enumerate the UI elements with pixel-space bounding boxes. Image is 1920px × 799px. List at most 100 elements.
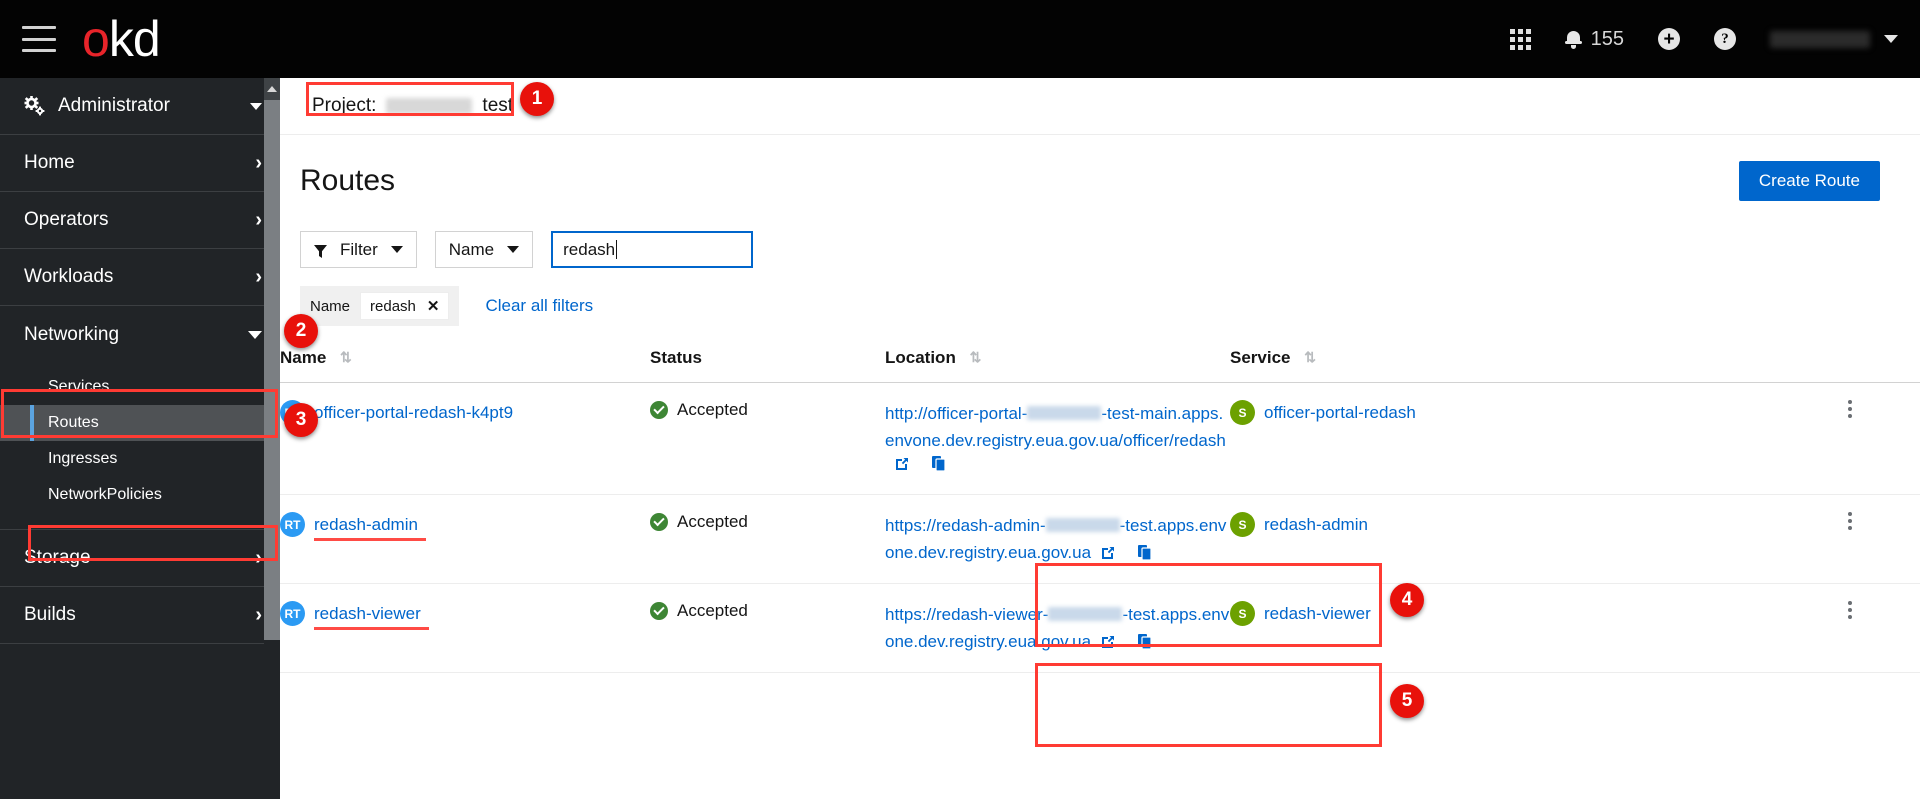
create-route-button[interactable]: Create Route — [1738, 161, 1880, 201]
plus-circle-icon[interactable]: + — [1658, 28, 1680, 50]
column-header-status: Status — [650, 348, 885, 383]
service-link[interactable]: officer-portal-redash — [1264, 400, 1416, 425]
service-link[interactable]: redash-viewer — [1264, 601, 1371, 626]
sort-updown-icon[interactable]: ⇅ — [340, 349, 352, 366]
sidebar-item-operators[interactable]: Operators › — [0, 192, 280, 249]
column-label: Location — [885, 348, 956, 367]
grid-apps-icon[interactable] — [1509, 28, 1531, 50]
copy-to-clipboard-icon[interactable] — [932, 456, 947, 477]
location-prefix: https://redash-viewer- — [885, 605, 1049, 624]
check-circle-icon — [650, 513, 668, 531]
route-location-link[interactable]: https://redash-viewer- -test.apps.envone.… — [885, 605, 1229, 651]
route-location-link[interactable]: http://officer-portal- -test-main.apps.en… — [885, 404, 1226, 450]
gears-icon — [24, 96, 45, 116]
route-name-link[interactable]: redash-admin — [314, 512, 426, 541]
page-header: Routes Create Route — [280, 135, 1920, 201]
cell-location: http://officer-portal- -test-main.apps.en… — [885, 382, 1230, 495]
cell-name: RT redash-admin — [280, 494, 650, 584]
user-menu[interactable] — [1770, 30, 1898, 48]
route-badge-icon: RT — [280, 601, 305, 626]
project-name-redacted — [386, 98, 473, 114]
sidebar-item-networkpolicies[interactable]: NetworkPolicies — [0, 477, 280, 513]
external-link-icon[interactable] — [894, 456, 910, 477]
service-link[interactable]: redash-admin — [1264, 512, 1368, 537]
kebab-menu-icon[interactable] — [1840, 512, 1860, 530]
chevron-down-icon — [507, 246, 520, 253]
service-badge-icon: S — [1230, 400, 1255, 425]
notifications-button[interactable]: 155 — [1564, 27, 1624, 51]
kebab-menu-icon[interactable] — [1840, 400, 1860, 418]
okd-logo[interactable]: o kd — [82, 11, 161, 67]
logo-o: o — [82, 11, 110, 67]
filter-toolbar: Filter Name redash — [280, 201, 1920, 268]
question-circle-icon[interactable]: ? — [1714, 28, 1736, 50]
cell-status: Accepted — [650, 382, 885, 495]
sidebar-item-networking[interactable]: Networking — [0, 306, 280, 363]
sidebar-item-routes[interactable]: Routes — [0, 405, 280, 441]
project-label: Project: — [312, 95, 377, 116]
sidebar-item-workloads[interactable]: Workloads › — [0, 249, 280, 306]
chevron-right-icon: › — [255, 266, 262, 288]
external-link-icon[interactable] — [1100, 545, 1116, 566]
location-prefix: https://redash-admin- — [885, 516, 1046, 535]
sidebar-item-ingresses[interactable]: Ingresses — [0, 441, 280, 477]
table-row: RT redash-admin Accepted https://redash-… — [280, 494, 1920, 584]
search-input[interactable]: redash — [551, 231, 754, 268]
sidebar-subitem-label: NetworkPolicies — [48, 486, 162, 503]
sidebar-item-storage[interactable]: Storage › — [0, 530, 280, 587]
cell-name: RT officer-portal-redash-k4pt9 — [280, 382, 650, 495]
filter-dropdown[interactable]: Filter — [300, 231, 417, 268]
sidebar-subitem-label: Ingresses — [48, 450, 118, 467]
table-header-row: Name ⇅ Status Location ⇅ Service ⇅ — [280, 348, 1920, 383]
sidebar-item-label: Networking — [24, 323, 120, 345]
route-name-link[interactable]: redash-viewer — [314, 601, 429, 630]
cell-actions — [1840, 583, 1920, 673]
route-location-link[interactable]: https://redash-admin- -test.apps.envone.d… — [885, 516, 1226, 562]
sidebar-subitem-label: Routes — [48, 414, 99, 431]
cell-name: RT redash-viewer — [280, 583, 650, 673]
sidebar-item-services[interactable]: Services — [0, 369, 280, 405]
routes-table: Name ⇅ Status Location ⇅ Service ⇅ offic… — [280, 348, 1920, 673]
status-text: Accepted — [677, 400, 748, 419]
table-row: RT redash-viewer Accepted https://redash… — [280, 583, 1920, 673]
external-link-icon[interactable] — [1100, 634, 1116, 655]
chevron-right-icon: › — [255, 604, 262, 626]
sidebar-scrollbar[interactable] — [264, 78, 280, 799]
attribute-dropdown[interactable]: Name — [434, 231, 534, 268]
copy-to-clipboard-icon[interactable] — [1138, 634, 1153, 655]
column-label: Status — [650, 348, 702, 367]
check-circle-icon — [650, 401, 668, 419]
hamburger-icon[interactable] — [22, 26, 56, 52]
filter-dropdown-label: Filter — [340, 239, 378, 259]
chevron-down-icon — [390, 246, 403, 253]
copy-to-clipboard-icon[interactable] — [1138, 545, 1153, 566]
close-icon[interactable]: ✕ — [427, 297, 440, 315]
scrollbar-thumb[interactable] — [264, 100, 280, 640]
chevron-down-icon — [1884, 35, 1898, 43]
column-header-location[interactable]: Location ⇅ — [885, 348, 1230, 383]
chevron-right-icon: › — [255, 152, 262, 174]
sort-updown-icon[interactable]: ⇅ — [970, 349, 982, 366]
sidebar-item-builds[interactable]: Builds › — [0, 587, 280, 644]
table-row: RT officer-portal-redash-k4pt9 Accepted … — [280, 382, 1920, 495]
route-name-link[interactable]: officer-portal-redash-k4pt9 — [314, 400, 513, 425]
annotation-marker-3: 3 — [284, 403, 318, 437]
kebab-menu-icon[interactable] — [1840, 601, 1860, 619]
scroll-up-arrow-icon[interactable] — [264, 78, 280, 100]
filter-chip: redash ✕ — [360, 292, 450, 320]
cell-service: S redash-admin — [1230, 494, 1840, 584]
clear-all-filters-link[interactable]: Clear all filters — [485, 296, 593, 316]
sort-updown-icon[interactable]: ⇅ — [1304, 349, 1316, 366]
perspective-switcher[interactable]: Administrator — [0, 78, 280, 135]
networking-submenu: Services Routes Ingresses NetworkPolicie… — [0, 363, 280, 530]
filter-chip-value: redash — [370, 297, 416, 315]
project-name-suffix: test — [482, 95, 514, 116]
sidebar-item-home[interactable]: Home › — [0, 135, 280, 192]
column-header-name[interactable]: Name ⇅ — [280, 348, 650, 383]
cell-status: Accepted — [650, 494, 885, 584]
column-header-actions — [1840, 348, 1920, 383]
notification-count: 155 — [1590, 27, 1624, 50]
column-header-service[interactable]: Service ⇅ — [1230, 348, 1840, 383]
filter-chip-group: Name redash ✕ — [300, 286, 460, 326]
main-content: Project: test Routes Create Route Filter… — [280, 78, 1920, 799]
